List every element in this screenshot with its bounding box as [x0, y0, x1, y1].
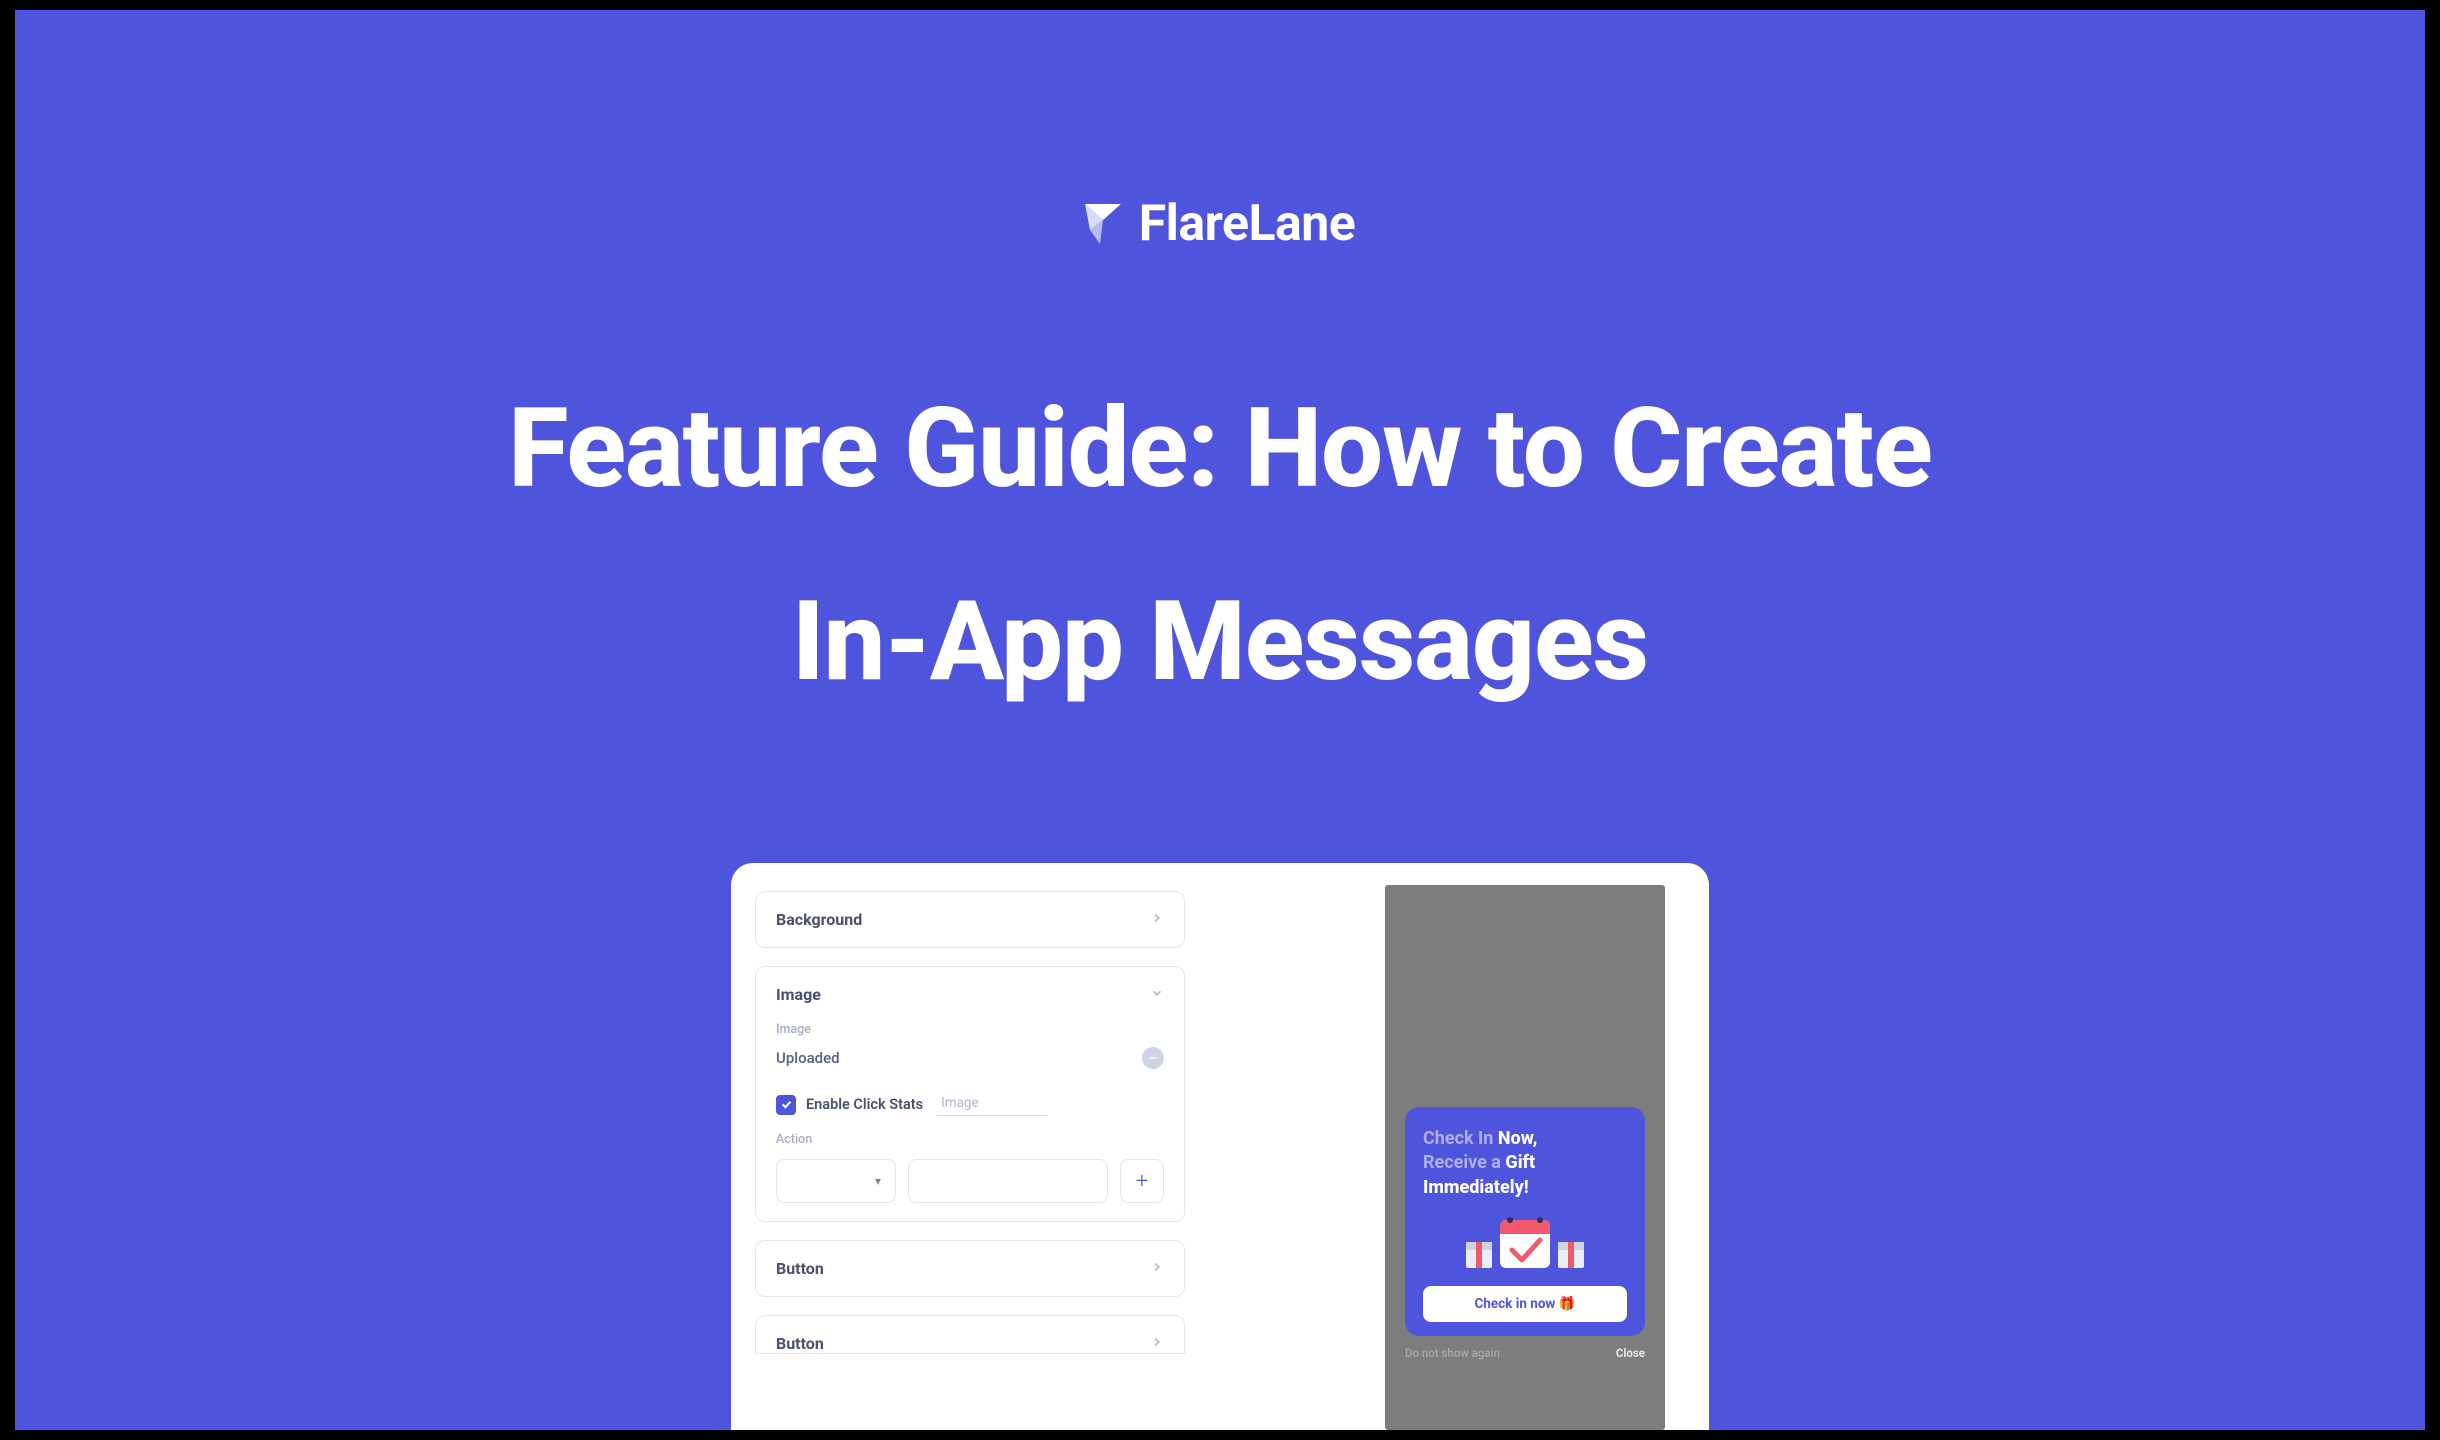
image-title: Image	[776, 985, 821, 1004]
brand-logo: FlareLane	[1085, 195, 1356, 253]
image-field-label: Image	[776, 1022, 1164, 1037]
click-stats-field[interactable]: Image	[937, 1093, 1047, 1116]
background-title: Background	[776, 910, 862, 929]
form-column: Background Image Image Uploaded	[755, 891, 1185, 1430]
image-section-header[interactable]: Image	[776, 985, 1164, 1004]
action-label: Action	[776, 1132, 1164, 1147]
close-preview-link[interactable]: Close	[1616, 1346, 1645, 1360]
phone-preview: Check In Now, Receive a Gift Immediately…	[1385, 885, 1665, 1430]
in-app-message-preview: Check In Now, Receive a Gift Immediately…	[1405, 1107, 1645, 1336]
background-section[interactable]: Background	[755, 891, 1185, 948]
preview-footer: Do not show again Close	[1405, 1346, 1645, 1360]
chevron-right-icon	[1150, 1334, 1164, 1353]
button-section-1[interactable]: Button	[755, 1240, 1185, 1297]
enable-click-stats-checkbox[interactable]	[776, 1095, 796, 1115]
uploaded-status: Uploaded	[776, 1049, 840, 1067]
remove-image-button[interactable]	[1142, 1047, 1164, 1069]
title-line-2: In-App Messages	[792, 577, 1648, 706]
editor-panel: Background Image Image Uploaded	[731, 863, 1709, 1430]
hero-frame: FlareLane Feature Guide: How to Create I…	[15, 10, 2425, 1430]
button1-title: Button	[776, 1259, 824, 1278]
enable-click-stats-label: Enable Click Stats	[806, 1096, 923, 1113]
preview-cta-button[interactable]: Check in now 🎁	[1423, 1286, 1627, 1322]
title-line-1: Feature Guide: How to Create	[508, 384, 1932, 513]
action-value-input[interactable]	[908, 1159, 1108, 1203]
dropdown-caret-icon: ▾	[875, 1174, 881, 1188]
image-section: Image Image Uploaded Enable C	[755, 966, 1185, 1222]
page-title: Feature Guide: How to Create In-App Mess…	[508, 353, 1932, 738]
action-type-select[interactable]: ▾	[776, 1159, 896, 1203]
chevron-right-icon	[1150, 1259, 1164, 1278]
add-action-button[interactable]: +	[1120, 1159, 1164, 1203]
button2-title: Button	[776, 1334, 824, 1353]
calendar-gift-icon	[1423, 1212, 1627, 1272]
chevron-down-icon	[1150, 985, 1164, 1004]
button-section-2[interactable]: Button	[755, 1315, 1185, 1354]
dont-show-again-link[interactable]: Do not show again	[1405, 1346, 1500, 1360]
brand-name: FlareLane	[1139, 195, 1356, 253]
preview-headline: Check In Now, Receive a Gift Immediately…	[1423, 1127, 1627, 1200]
flarelane-logo-icon	[1085, 204, 1121, 244]
chevron-right-icon	[1150, 910, 1164, 929]
